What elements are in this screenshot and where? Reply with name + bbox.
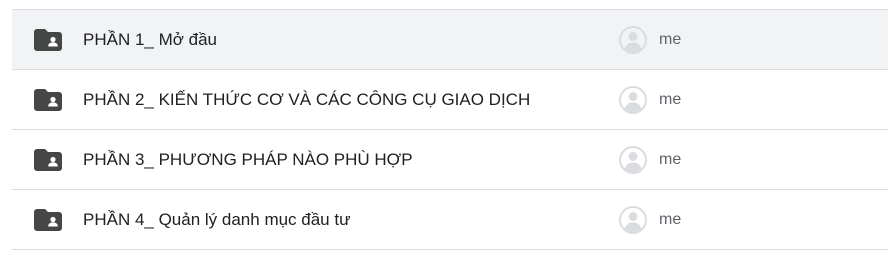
folder-name[interactable]: PHẦN 4_ Quản lý danh mục đầu tư bbox=[83, 190, 350, 249]
owner-avatar-icon bbox=[619, 86, 647, 114]
shared-folder-icon bbox=[34, 149, 62, 171]
folder-name[interactable]: PHẦN 2_ KIẾN THỨC CƠ VÀ CÁC CÔNG CỤ GIAO… bbox=[83, 70, 530, 129]
folder-name[interactable]: PHẦN 1_ Mở đầu bbox=[83, 10, 217, 69]
shared-folder-icon bbox=[34, 29, 62, 51]
folder-row[interactable]: PHẦN 1_ Mở đầu me bbox=[12, 10, 888, 70]
file-list: PHẦN 1_ Mở đầu me PHẦN 2_ KIẾN THỨC CƠ V… bbox=[12, 9, 888, 250]
owner-avatar-icon bbox=[619, 146, 647, 174]
folder-name[interactable]: PHẦN 3_ PHƯƠNG PHÁP NÀO PHÙ HỢP bbox=[83, 130, 413, 189]
shared-folder-icon bbox=[34, 209, 62, 231]
owner-name: me bbox=[659, 211, 682, 228]
folder-row[interactable]: PHẦN 4_ Quản lý danh mục đầu tư me bbox=[12, 190, 888, 250]
owner-avatar-icon bbox=[619, 206, 647, 234]
folder-row[interactable]: PHẦN 2_ KIẾN THỨC CƠ VÀ CÁC CÔNG CỤ GIAO… bbox=[12, 70, 888, 130]
shared-folder-icon bbox=[34, 89, 62, 111]
owner-name: me bbox=[659, 151, 682, 168]
folder-row[interactable]: PHẦN 3_ PHƯƠNG PHÁP NÀO PHÙ HỢP me bbox=[12, 130, 888, 190]
owner-name: me bbox=[659, 31, 682, 48]
owner-name: me bbox=[659, 91, 682, 108]
owner-avatar-icon bbox=[619, 26, 647, 54]
